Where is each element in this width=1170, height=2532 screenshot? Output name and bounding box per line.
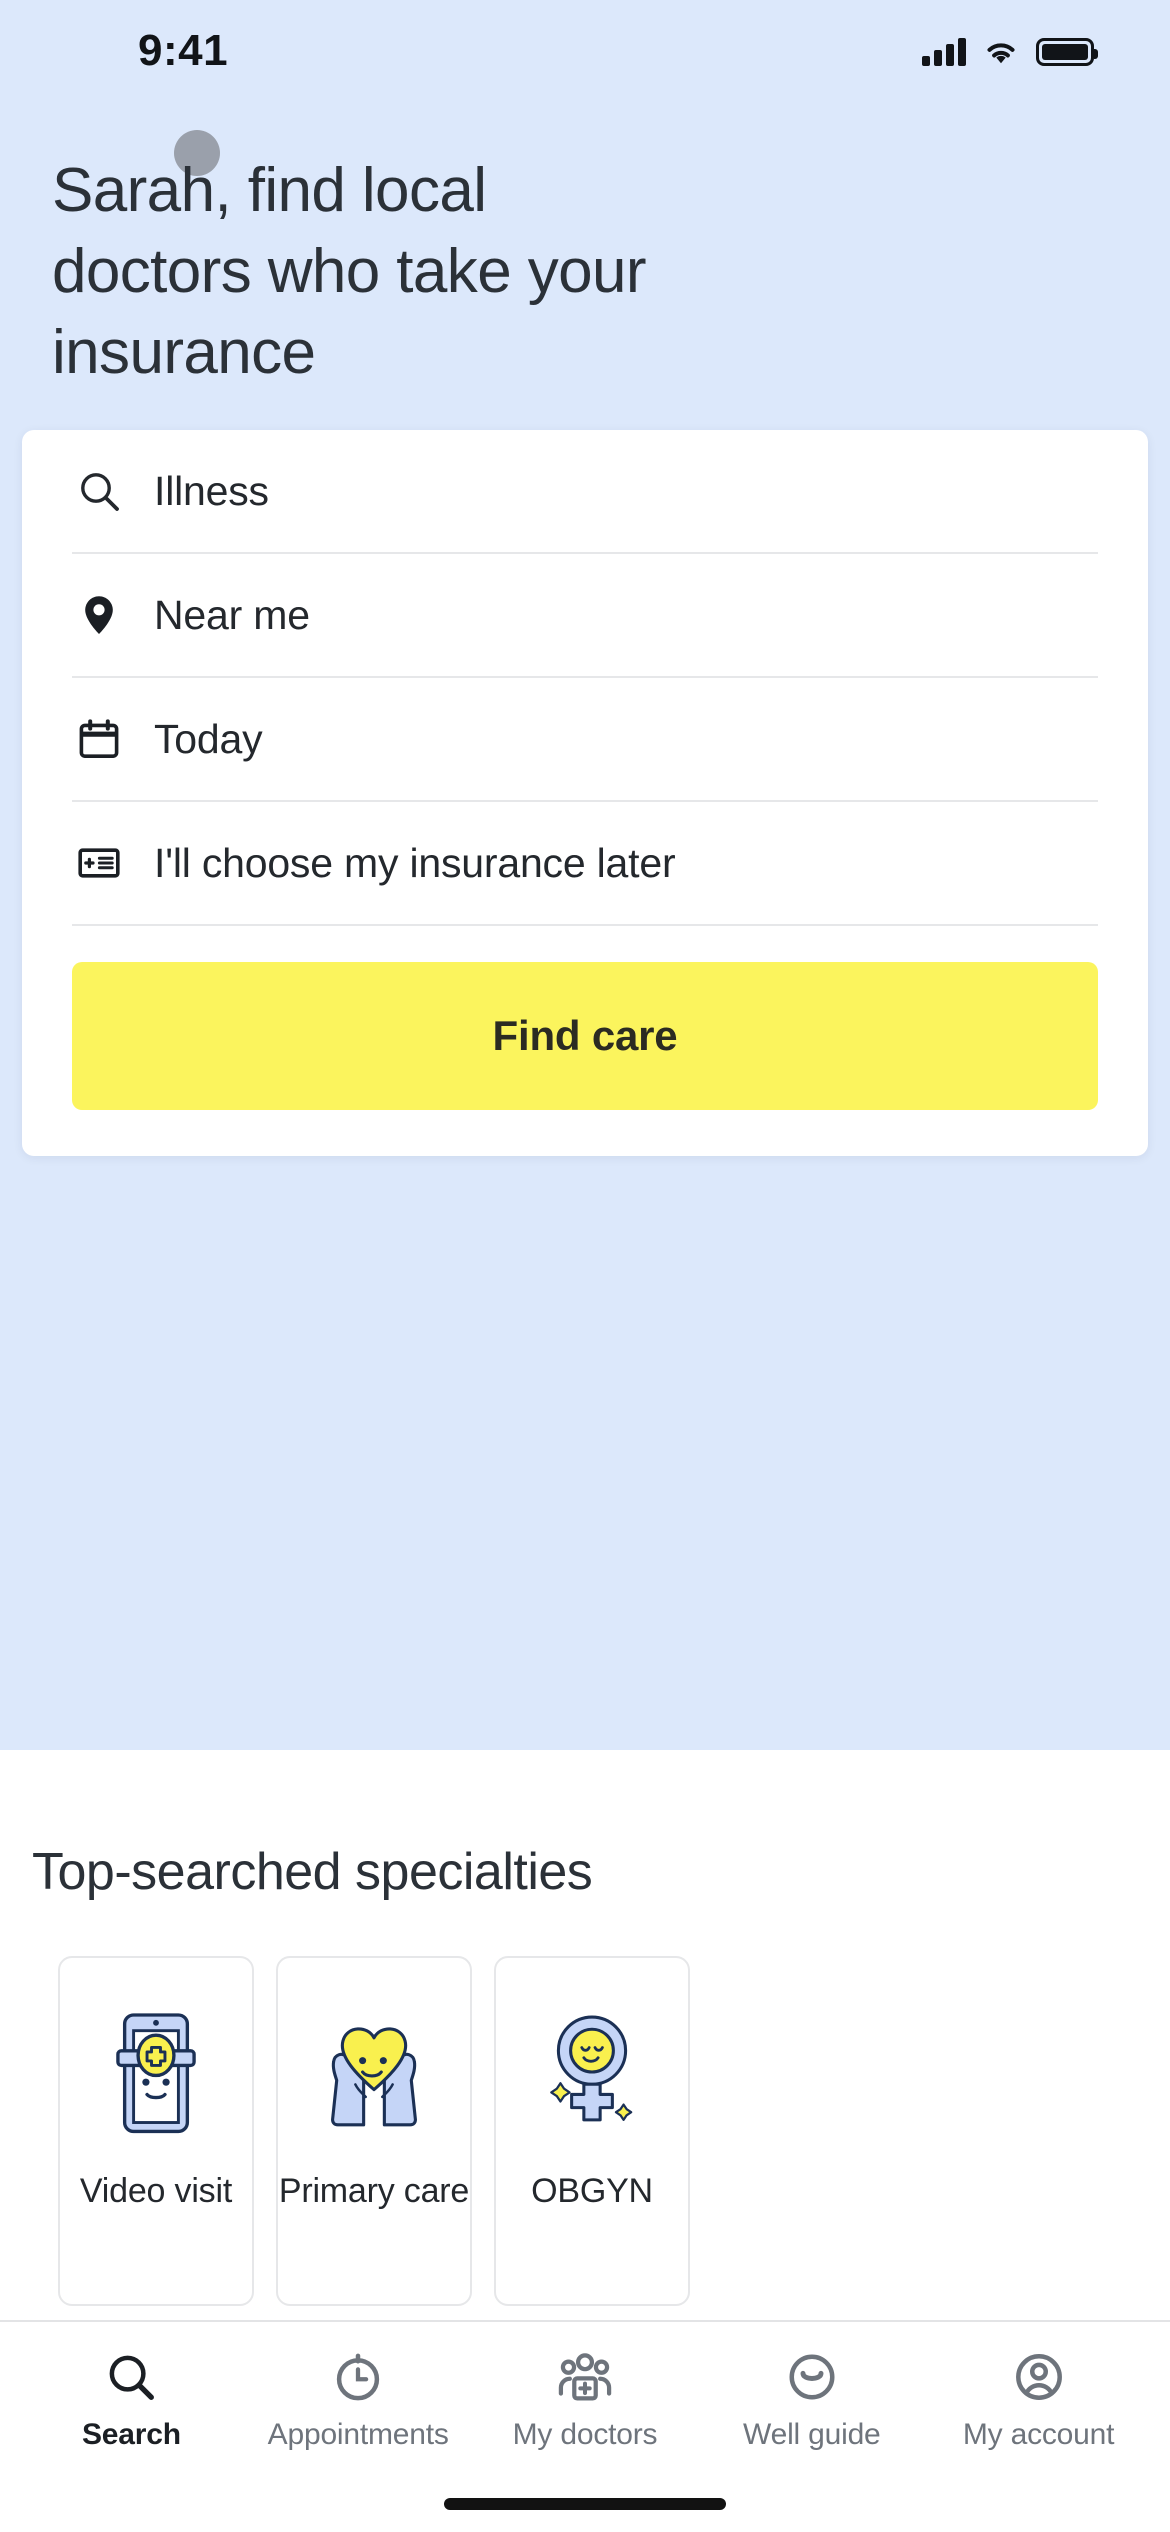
- status-icons: [922, 32, 1098, 72]
- specialty-card-label: Primary care: [278, 2172, 470, 2210]
- search-field-date-value: Today: [154, 715, 263, 762]
- search-field-illness[interactable]: Illness: [72, 430, 1098, 554]
- specialty-card-label: Video visit: [79, 2172, 233, 2210]
- hero-section: 9:41 Sarah, find local doctors who take …: [0, 0, 1170, 1750]
- find-care-button[interactable]: Find care: [72, 962, 1098, 1110]
- home-indicator: [444, 2498, 726, 2510]
- search-field-date[interactable]: Today: [72, 678, 1098, 802]
- tab-label: Search: [81, 2418, 181, 2451]
- cta-container: Find care: [72, 926, 1098, 1156]
- search-card: Illness Near me Today I'll choose my ins…: [22, 430, 1148, 1156]
- specialties-title: Top-searched specialties: [32, 1843, 593, 1901]
- account-icon: [1012, 2348, 1066, 2406]
- search-field-insurance[interactable]: I'll choose my insurance later: [72, 802, 1098, 926]
- search-field-location-value: Near me: [154, 591, 310, 638]
- tab-label: Well guide: [743, 2418, 881, 2451]
- search-field-illness-value: Illness: [154, 467, 269, 514]
- smile-icon: [785, 2348, 839, 2406]
- page-title: Sarah, find local doctors who take your …: [52, 156, 647, 387]
- tab-label: My account: [962, 2418, 1115, 2451]
- group-plus-icon: [556, 2348, 614, 2406]
- insurance-card-icon: [72, 836, 126, 890]
- specialty-card-label: OBGYN: [531, 2172, 653, 2210]
- search-icon: [72, 464, 126, 518]
- specialty-card-primary-care[interactable]: Primary care: [276, 1956, 472, 2306]
- specialty-card-obgyn[interactable]: OBGYN: [494, 1956, 690, 2306]
- specialties-section: Top-searched specialties Video visit Pri…: [0, 1750, 1170, 2306]
- tab-well-guide[interactable]: Well guide: [698, 2348, 925, 2472]
- hands-heart-illustration: [312, 1996, 436, 2146]
- clock-icon: [331, 2348, 385, 2406]
- tab-search[interactable]: Search: [18, 2348, 245, 2472]
- status-bar: 9:41: [0, 0, 1170, 100]
- tab-list: Search Appointments My doctors Well guid…: [0, 2322, 1170, 2472]
- tab-label: My doctors: [512, 2418, 658, 2451]
- wifi-icon: [987, 43, 1015, 64]
- tab-my-doctors[interactable]: My doctors: [472, 2348, 699, 2472]
- tab-appointments[interactable]: Appointments: [245, 2348, 472, 2472]
- status-time: 9:41: [138, 26, 229, 75]
- search-field-insurance-value: I'll choose my insurance later: [154, 839, 676, 886]
- specialties-card-list: Video visit Primary care OBGYN: [0, 1956, 1170, 2306]
- bottom-tab-bar: Search Appointments My doctors Well guid…: [0, 2320, 1170, 2532]
- location-pin-icon: [72, 588, 126, 642]
- search-icon: [104, 2348, 158, 2406]
- tablet-doctor-illustration: [94, 1996, 218, 2146]
- tab-label: Appointments: [267, 2418, 449, 2451]
- search-field-location[interactable]: Near me: [72, 554, 1098, 678]
- app-screen: 9:41 Sarah, find local doctors who take …: [0, 0, 1170, 2532]
- battery-icon: [1036, 38, 1098, 66]
- tab-my-account[interactable]: My account: [925, 2348, 1152, 2472]
- female-symbol-face-illustration: [530, 1996, 654, 2146]
- cellular-signal-icon: [922, 38, 966, 66]
- specialty-card-video-visit[interactable]: Video visit: [58, 1956, 254, 2306]
- calendar-icon: [72, 712, 126, 766]
